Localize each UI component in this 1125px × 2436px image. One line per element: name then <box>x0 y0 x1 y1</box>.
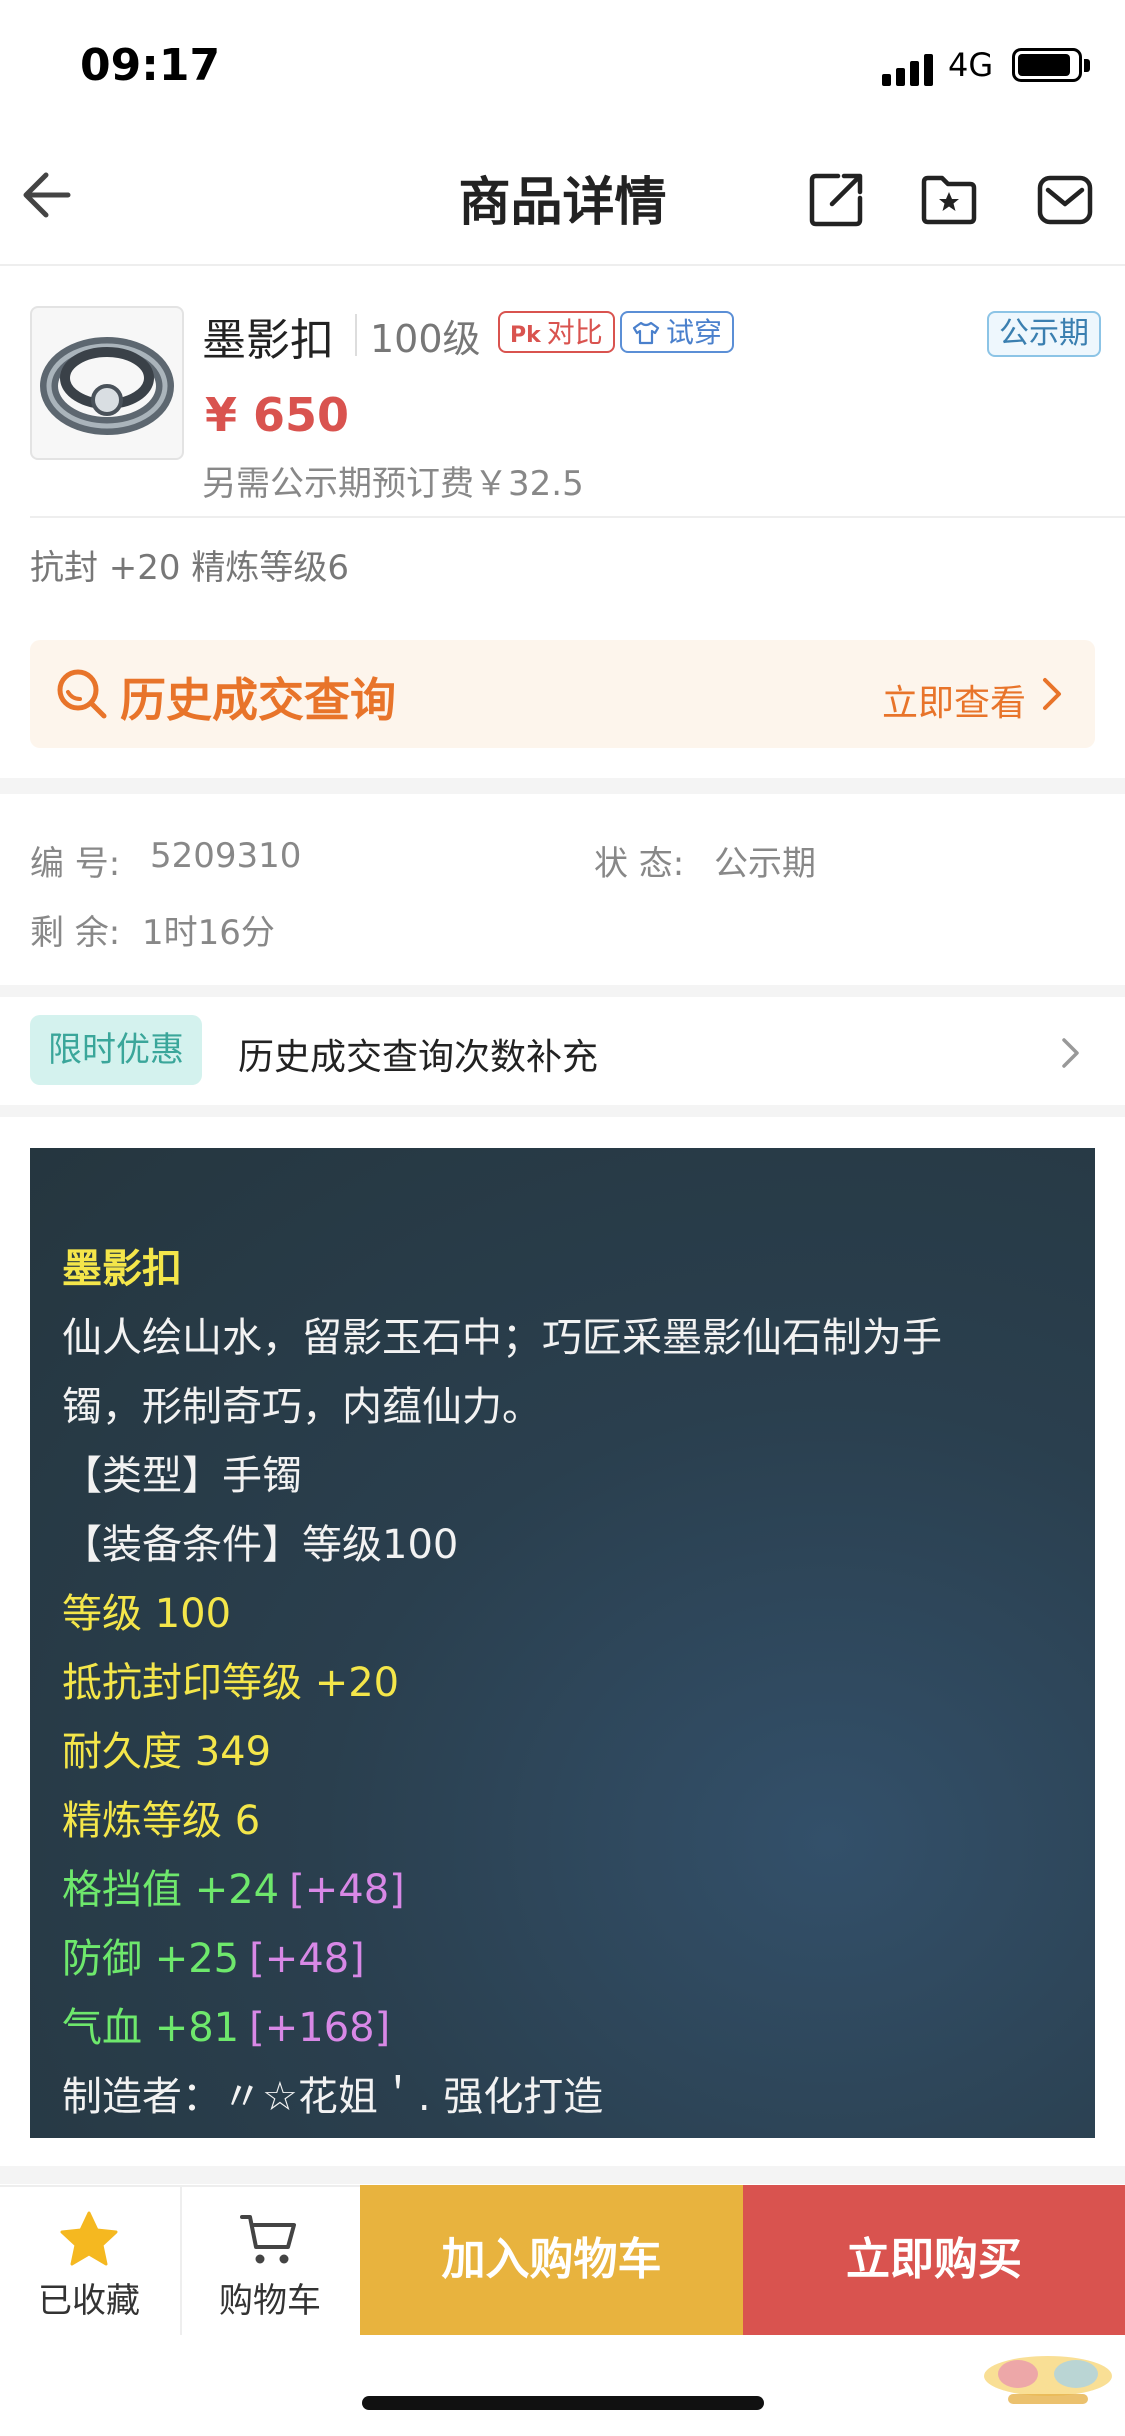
desc-level: 等级 100 <box>62 1591 232 1637</box>
bracelet-image-icon <box>40 337 174 435</box>
id-value: 5209310 <box>150 836 302 876</box>
section-gap <box>0 985 1125 997</box>
section-gap <box>0 778 1125 794</box>
remain-label: 剩 余: <box>30 913 121 953</box>
chevron-right-icon <box>1043 678 1061 710</box>
battery-icon <box>1012 48 1082 82</box>
promo-text[interactable]: 历史成交查询次数补充 <box>238 1028 598 1080</box>
title-separator <box>355 314 357 356</box>
desc-maker: 制造者：〃☆花姐＇. 强化打造 <box>62 2074 604 2120</box>
product-name: 墨影扣 <box>202 315 334 366</box>
state-label: 状 态: <box>594 844 685 884</box>
cart-button[interactable]: 购物车 <box>180 2187 358 2335</box>
shirt-icon <box>632 321 660 345</box>
share-icon[interactable] <box>808 170 866 228</box>
desc-hp: 气血 +81 [+168] <box>62 1995 390 2053</box>
defense-bonus: [+48] <box>249 1936 365 1982</box>
watermark-logo-icon <box>984 2356 1112 2404</box>
cart-label: 购物车 <box>219 2281 321 2321</box>
add-to-cart-button[interactable]: 加入购物车 <box>360 2185 743 2335</box>
try-on-tag[interactable]: 试穿 <box>620 311 735 353</box>
buy-now-button[interactable]: 立即购买 <box>743 2185 1125 2335</box>
compare-label: 对比 <box>546 316 603 349</box>
battery-cap <box>1084 59 1090 72</box>
favorite-button[interactable]: 已收藏 <box>0 2187 178 2335</box>
pk-icon: Pk <box>510 323 541 348</box>
hp-bonus: [+168] <box>249 2005 391 2051</box>
nav-divider <box>0 264 1125 266</box>
id-label: 编 号: <box>30 844 121 884</box>
search-icon <box>57 669 107 719</box>
state-value: 公示期 <box>714 844 816 884</box>
network-label: 4G <box>948 46 994 84</box>
product-price: ¥ 650 <box>205 388 350 442</box>
desc-defense: 防御 +25 [+48] <box>62 1926 365 1984</box>
status-badge: 公示期 <box>987 311 1101 357</box>
promo-badge: 限时优惠 <box>30 1015 202 1085</box>
desc-title: 墨影扣 <box>62 1246 182 1292</box>
defense-value: 防御 +25 <box>62 1936 240 1982</box>
desc-type: 【类型】手镯 <box>62 1453 302 1499</box>
reservation-fee-note: 另需公示期预订费￥32.5 <box>202 464 584 504</box>
desc-equip-condition: 【装备条件】等级100 <box>62 1522 459 1568</box>
desc-lore-2: 镯，形制奇巧，内蕴仙力。 <box>62 1384 542 1430</box>
desc-block: 格挡值 +24 [+48] <box>62 1857 405 1915</box>
product-thumbnail[interactable] <box>30 306 184 460</box>
try-on-label: 试穿 <box>666 316 723 349</box>
mail-icon[interactable] <box>1036 170 1094 228</box>
signal-icon <box>882 54 933 86</box>
desc-lore-1: 仙人绘山水，留影玉石中；巧匠采墨影仙石制为手 <box>62 1315 942 1361</box>
block-bonus: [+48] <box>289 1867 405 1913</box>
desc-refine: 精炼等级 6 <box>62 1798 261 1844</box>
item-description-panel: 墨影扣 仙人绘山水，留影玉石中；巧匠采墨影仙石制为手 镯，形制奇巧，内蕴仙力。 … <box>30 1148 1095 2138</box>
desc-seal-resist: 抵抗封印等级 +20 <box>62 1660 400 1706</box>
section-gap <box>0 1105 1125 1117</box>
star-icon <box>60 2211 118 2266</box>
desc-durability: 耐久度 349 <box>62 1729 272 1775</box>
remain-value: 1时16分 <box>142 913 275 953</box>
product-level: 100级 <box>370 317 481 361</box>
compare-tag[interactable]: Pk 对比 <box>498 311 615 353</box>
hp-value: 气血 +81 <box>62 2005 240 2051</box>
favorite-label: 已收藏 <box>38 2281 140 2321</box>
block-value: 格挡值 +24 <box>62 1867 280 1913</box>
product-attributes: 抗封 +20 精炼等级6 <box>30 548 349 588</box>
section-gap <box>0 2166 1125 2184</box>
history-query-label: 历史成交查询 <box>120 673 396 727</box>
view-now-link[interactable]: 立即查看 <box>882 674 1026 726</box>
cart-icon <box>240 2215 296 2264</box>
folder-star-icon[interactable] <box>920 170 978 228</box>
chevron-right-icon[interactable] <box>1060 1036 1082 1070</box>
header-divider <box>30 516 1125 518</box>
home-indicator[interactable] <box>362 2396 764 2410</box>
status-time: 09:17 <box>80 40 221 91</box>
